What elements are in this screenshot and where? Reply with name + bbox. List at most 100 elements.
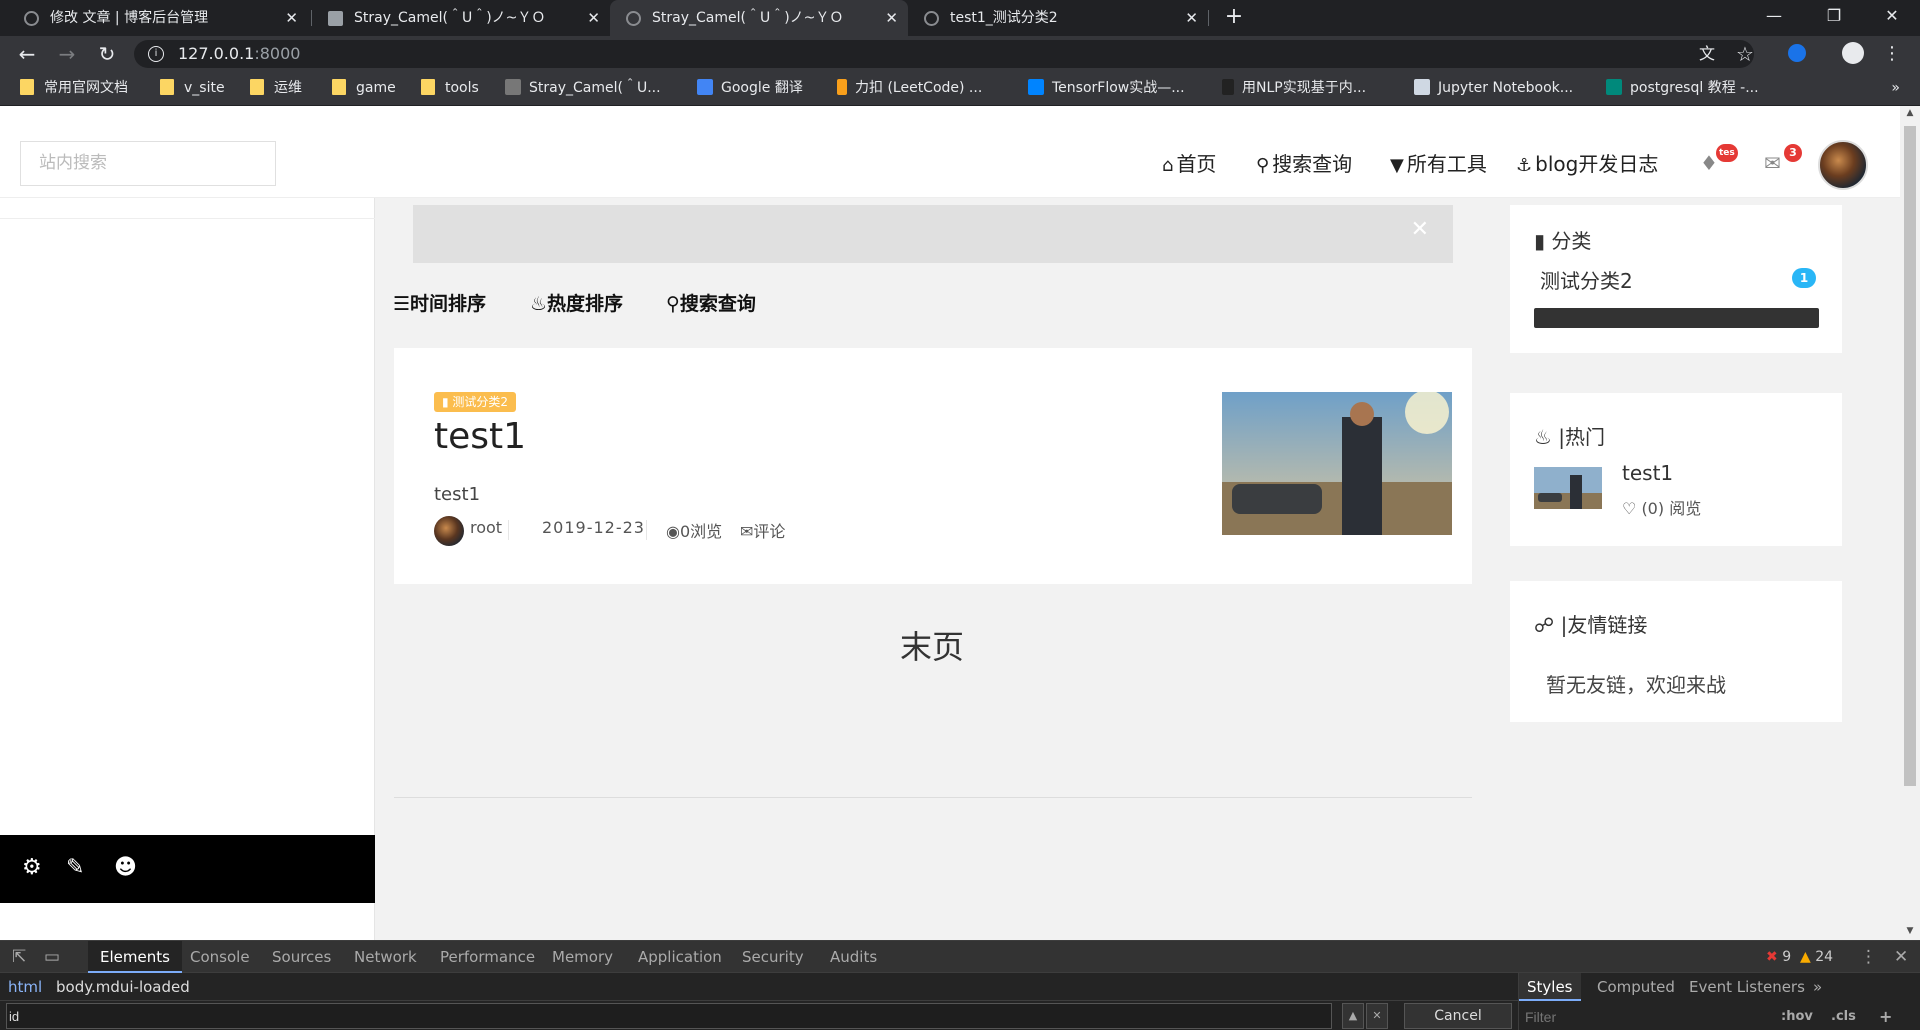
devtools-close-icon[interactable]: ✕ — [1894, 941, 1908, 973]
restore-icon[interactable]: ❐ — [1811, 0, 1857, 36]
category-chip[interactable]: ▮ 测试分类2 — [434, 392, 517, 412]
minimize-icon[interactable]: — — [1751, 0, 1797, 36]
post-comments[interactable]: ✉评论 — [740, 518, 785, 542]
devtools-tab-audits[interactable]: Audits — [818, 941, 889, 973]
scroll-up-arrow-icon[interactable]: ▲ — [1900, 108, 1920, 118]
close-icon[interactable]: ✕ — [1411, 217, 1429, 242]
browser-tab-title: Stray_Camel(＾U＾)ノ~ＹＯ — [652, 10, 844, 26]
category-link[interactable]: 测试分类2 — [1540, 265, 1633, 294]
zhihu-icon — [1028, 79, 1044, 95]
star-icon[interactable]: ☆ — [1733, 36, 1757, 72]
post-thumbnail[interactable] — [1222, 392, 1452, 535]
sort-by-heat-tab[interactable]: ♨热度排序 — [530, 289, 623, 316]
device-toolbar-icon[interactable]: ▭ — [44, 941, 60, 973]
devtools-tab-sources[interactable]: Sources — [260, 941, 343, 973]
bookmark-item[interactable]: 力扣 (LeetCode) ... — [837, 72, 982, 106]
bookmark-item[interactable]: postgresql 教程 -... — [1606, 72, 1759, 106]
nav-tools[interactable]: ▼ 所有工具 — [1390, 149, 1487, 179]
gear-icon[interactable]: ⚙ — [22, 855, 42, 880]
url-text[interactable]: 127.0.0.1:8000 — [178, 40, 300, 68]
hot-post-thumbnail[interactable] — [1534, 467, 1602, 509]
bookmark-item[interactable]: tools — [421, 72, 479, 106]
devtools-tab-security[interactable]: Security — [730, 941, 816, 973]
reload-icon[interactable]: ↻ — [92, 36, 122, 72]
translate-icon[interactable]: 文 — [1695, 36, 1719, 72]
styles-filter-input[interactable] — [1525, 1005, 1765, 1029]
hover-state-button[interactable]: :hov — [1781, 1005, 1813, 1029]
post-author[interactable]: root — [470, 518, 502, 537]
new-tab-button[interactable]: + — [1222, 0, 1246, 36]
inspect-element-icon[interactable]: ⇱ — [12, 941, 26, 973]
find-next-icon[interactable]: ✕ — [1366, 1003, 1388, 1029]
class-toggle-button[interactable]: .cls — [1831, 1005, 1856, 1029]
browser-tab-active[interactable]: Stray_Camel(＾U＾)ノ~ＹＯ ✕ — [610, 0, 908, 36]
post-card[interactable]: ▮ 测试分类2 test1 test1 root 2019-12-23 ◉0浏览… — [394, 348, 1472, 584]
post-title[interactable]: test1 — [434, 416, 526, 457]
kebab-menu-icon[interactable]: ⋮ — [1882, 36, 1902, 72]
bookmark-item[interactable]: Stray_Camel(＾U... — [505, 72, 661, 106]
list-icon: ☰ — [393, 293, 411, 315]
scroll-down-arrow-icon[interactable]: ▼ — [1900, 926, 1920, 936]
find-prev-icon[interactable]: ▲ — [1342, 1003, 1364, 1029]
bookmark-item[interactable]: game — [332, 72, 396, 106]
site-search-input[interactable]: 站内搜索 — [20, 141, 276, 186]
bookmark-item[interactable]: TensorFlow实战—... — [1028, 72, 1185, 106]
tab-separator — [1208, 10, 1209, 26]
sort-by-time-tab[interactable]: ☰时间排序 — [393, 289, 486, 316]
close-window-icon[interactable]: ✕ — [1869, 0, 1915, 36]
page-scrollbar[interactable]: ▲ ▼ — [1900, 106, 1920, 940]
browser-tab[interactable]: Stray_Camel(＾U＾)ノ~ＹＯ ✕ — [312, 0, 610, 36]
hot-post-link[interactable]: test1 — [1622, 461, 1673, 485]
devtools-tab-console[interactable]: Console — [178, 941, 262, 973]
nav-home[interactable]: ⌂ 首页 — [1162, 149, 1216, 179]
error-count[interactable]: ✖ 9 — [1766, 941, 1791, 973]
info-icon[interactable]: i — [148, 46, 164, 62]
forward-arrow-icon[interactable]: → — [52, 36, 82, 72]
tab-styles[interactable]: Styles — [1519, 973, 1581, 1001]
devtools-menu-icon[interactable]: ⋮ — [1860, 941, 1877, 973]
profile-icon[interactable] — [1840, 36, 1866, 72]
devtools-tab-elements[interactable]: Elements — [88, 941, 182, 973]
edit-icon[interactable]: ✎ — [66, 855, 84, 880]
close-tab-icon[interactable]: ✕ — [1185, 0, 1198, 36]
devtools-tab-network[interactable]: Network — [342, 941, 429, 973]
user-avatar[interactable] — [1818, 140, 1868, 190]
dom-find-input[interactable] — [6, 1003, 1332, 1029]
mail-icon[interactable]: ✉ — [1764, 151, 1781, 175]
close-tab-icon[interactable]: ✕ — [587, 0, 600, 36]
warning-count[interactable]: ▲ 24 — [1800, 941, 1833, 973]
devtools-tab-memory[interactable]: Memory — [540, 941, 625, 973]
bookmark-item[interactable]: v_site — [160, 72, 225, 106]
bookmark-item[interactable]: 用NLP实现基于内... — [1222, 72, 1366, 106]
back-arrow-icon[interactable]: ← — [12, 36, 42, 72]
bookmark-item[interactable]: Jupyter Notebook... — [1414, 72, 1573, 106]
breadcrumb-html[interactable]: html — [8, 973, 42, 1001]
address-bar[interactable]: i 127.0.0.1:8000 — [134, 40, 1754, 68]
close-tab-icon[interactable]: ✕ — [885, 0, 898, 36]
add-rule-button[interactable]: + — [1879, 1005, 1892, 1029]
scrollbar-thumb[interactable] — [1904, 126, 1916, 786]
users-icon[interactable]: ☻ — [114, 855, 137, 880]
nav-devlog[interactable]: ⚓ blog开发日志 — [1516, 149, 1658, 179]
browser-tab[interactable]: test1_测试分类2 ✕ — [908, 0, 1208, 36]
bookmark-item[interactable]: 常用官网文档 — [20, 72, 128, 106]
tab-event-listeners[interactable]: Event Listeners — [1681, 973, 1813, 1001]
nav-search[interactable]: ⚲ 搜索查询 — [1256, 149, 1352, 179]
find-cancel-button[interactable]: Cancel — [1404, 1003, 1512, 1029]
browser-tab[interactable]: 修改 文章 | 博客后台管理 ✕ — [8, 0, 308, 36]
tab-computed[interactable]: Computed — [1589, 973, 1683, 1001]
extension-icon[interactable] — [1785, 36, 1809, 72]
devtools-tab-performance[interactable]: Performance — [428, 941, 547, 973]
breadcrumb-body[interactable]: body.mdui-loaded — [56, 973, 190, 1001]
bookmark-item[interactable]: 运维 — [250, 72, 302, 106]
devtools-tab-application[interactable]: Application — [626, 941, 734, 973]
last-page-link[interactable]: 末页 — [900, 622, 964, 668]
bing-icon — [1606, 79, 1622, 95]
styles-overflow-button[interactable]: » — [1805, 973, 1830, 1001]
bookmarks-overflow-button[interactable]: » — [1891, 72, 1900, 104]
search-query-tab[interactable]: ⚲搜索查询 — [666, 289, 756, 316]
category-card: ▮ 分类 测试分类2 1 — [1510, 205, 1842, 353]
category-progress-bar — [1534, 308, 1819, 328]
close-tab-icon[interactable]: ✕ — [285, 0, 298, 36]
bookmark-item[interactable]: Google 翻译 — [697, 72, 803, 106]
